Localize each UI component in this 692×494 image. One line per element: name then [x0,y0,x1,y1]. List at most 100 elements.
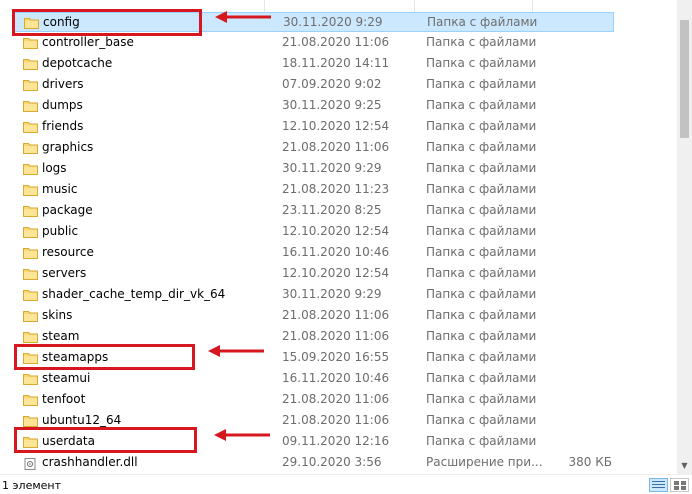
list-item[interactable]: music 21.08.2020 11:23 Папка с файлами [12,180,614,200]
annotation-arrow-icon [214,429,272,441]
file-name: config [43,15,80,29]
file-list: config 30.11.2020 9:29 Папка с файлами cont… [0,0,677,474]
file-date: 12.10.2020 12:54 [282,266,390,280]
large-icons-view-button[interactable] [670,478,689,492]
list-item[interactable]: resource 16.11.2020 10:46 Папка с файлами [12,243,614,263]
list-item[interactable]: depotcache 18.11.2020 14:11 Папка с файлам… [12,54,614,74]
file-name: drivers [42,77,84,91]
file-type: Папка с файлами [426,119,537,133]
file-date: 12.10.2020 12:54 [282,119,390,133]
folder-icon [23,226,38,238]
file-date: 30.11.2020 9:29 [282,287,382,301]
folder-icon [23,142,38,154]
file-type: Папка с файлами [426,329,537,343]
list-item[interactable]: skins 21.08.2020 11:06 Папка с файлами [12,306,614,326]
file-type: Папка с файлами [426,392,537,406]
file-date: 23.11.2020 8:25 [282,203,382,217]
file-name: graphics [42,140,94,154]
file-date: 30.11.2020 9:29 [283,15,383,29]
file-type: Папка с файлами [426,245,537,259]
list-item[interactable]: steamapps 15.09.2020 16:55 Папка с файлами [12,348,614,368]
file-name: servers [42,266,87,280]
list-item[interactable]: servers 12.10.2020 12:54 Папка с файлами [12,264,614,284]
file-name: friends [42,119,84,133]
file-name: package [42,203,93,217]
list-item[interactable]: logs 30.11.2020 9:29 Папка с файлами [12,159,614,179]
details-view-button[interactable] [649,478,668,492]
file-name: music [42,182,78,196]
folder-icon [23,121,38,133]
file-date: 21.08.2020 11:06 [282,329,390,343]
scrollbar-thumb[interactable] [680,20,689,138]
scroll-down-arrow[interactable]: ▼ [677,458,692,474]
file-type: Папка с файлами [426,287,537,301]
annotation-arrow-icon [208,345,266,357]
file-name: logs [42,161,67,175]
file-date: 09.11.2020 12:16 [282,434,390,448]
folder-icon [23,247,38,259]
file-type: Папка с файлами [426,413,537,427]
folder-icon [23,100,38,112]
file-date: 07.09.2020 9:02 [282,77,382,91]
vertical-scrollbar[interactable]: ▼ [677,0,692,474]
list-item[interactable]: friends 12.10.2020 12:54 Папка с файлами [12,117,614,137]
file-type: Папка с файлами [426,203,537,217]
list-item[interactable]: dumps 30.11.2020 9:25 Папка с файлами [12,96,614,116]
list-item[interactable]: graphics 21.08.2020 11:06 Папка с файлами [12,138,614,158]
file-name: skins [42,308,73,322]
folder-icon [23,310,38,322]
file-name: steamapps [42,350,109,364]
file-name: controller_base [42,35,134,49]
file-type: Папка с файлами [427,15,538,29]
list-item[interactable]: steam 21.08.2020 11:06 Папка с файлами [12,327,614,347]
file-type: Папка с файлами [426,35,537,49]
file-type: Папка с файлами [426,434,537,448]
folder-icon [23,373,38,385]
list-item[interactable]: shader_cache_temp_dir_vk_64 30.11.2020 9:… [12,285,614,305]
status-bar: 1 элемент [0,474,692,494]
list-item[interactable]: userdata 09.11.2020 12:16 Папка с файлами [12,432,614,452]
list-item[interactable]: package 23.11.2020 8:25 Папка с файлами [12,201,614,221]
folder-icon [23,415,38,427]
list-item[interactable]: public 12.10.2020 12:54 Папка с файлами [12,222,614,242]
folder-icon [23,205,38,217]
file-name: userdata [42,434,95,448]
list-item[interactable]: crashhandler.dll 29.10.2020 3:56 Расширени… [12,453,614,473]
file-date: 21.08.2020 11:06 [282,308,390,322]
file-name: resource [42,245,94,259]
file-name: depotcache [42,56,113,70]
file-date: 18.11.2020 14:11 [282,56,390,70]
list-item[interactable]: steamui 16.11.2020 10:46 Папка с файлами [12,369,614,389]
list-item[interactable]: drivers 07.09.2020 9:02 Папка с файлами [12,75,614,95]
file-type: Папка с файлами [426,77,537,91]
file-date: 29.10.2020 3:56 [282,455,382,469]
file-date: 21.08.2020 11:06 [282,140,390,154]
file-date: 16.11.2020 10:46 [282,245,390,259]
folder-icon [23,268,38,280]
file-name: steamui [42,371,91,385]
file-date: 21.08.2020 11:23 [282,182,390,196]
list-item[interactable]: ubuntu12_64 21.08.2020 11:06 Папка с файла… [12,411,614,431]
folder-icon [23,37,38,49]
file-name: crashhandler.dll [42,455,138,469]
file-type: Папка с файлами [426,371,537,385]
item-count: 1 элемент [2,479,61,492]
file-type: Папка с файлами [426,266,537,280]
file-type: Папка с файлами [426,56,537,70]
file-date: 21.08.2020 11:06 [282,35,390,49]
file-type: Папка с файлами [426,350,537,364]
list-item[interactable]: tenfoot 21.08.2020 11:06 Папка с файлами [12,390,614,410]
file-name: dumps [42,98,83,112]
folder-icon [23,289,38,301]
file-type: Расширение при... [426,455,543,469]
folder-icon [23,163,38,175]
annotation-arrow-icon [215,11,273,23]
file-type: Папка с файлами [426,224,537,238]
file-date: 21.08.2020 11:06 [282,392,390,406]
file-type: Папка с файлами [426,98,537,112]
file-date: 30.11.2020 9:29 [282,161,382,175]
file-type: Папка с файлами [426,140,537,154]
list-item[interactable]: config 30.11.2020 9:29 Папка с файлами [12,12,614,32]
folder-icon [23,184,38,196]
list-item[interactable]: controller_base 21.08.2020 11:06 Папка с ф… [12,33,614,53]
